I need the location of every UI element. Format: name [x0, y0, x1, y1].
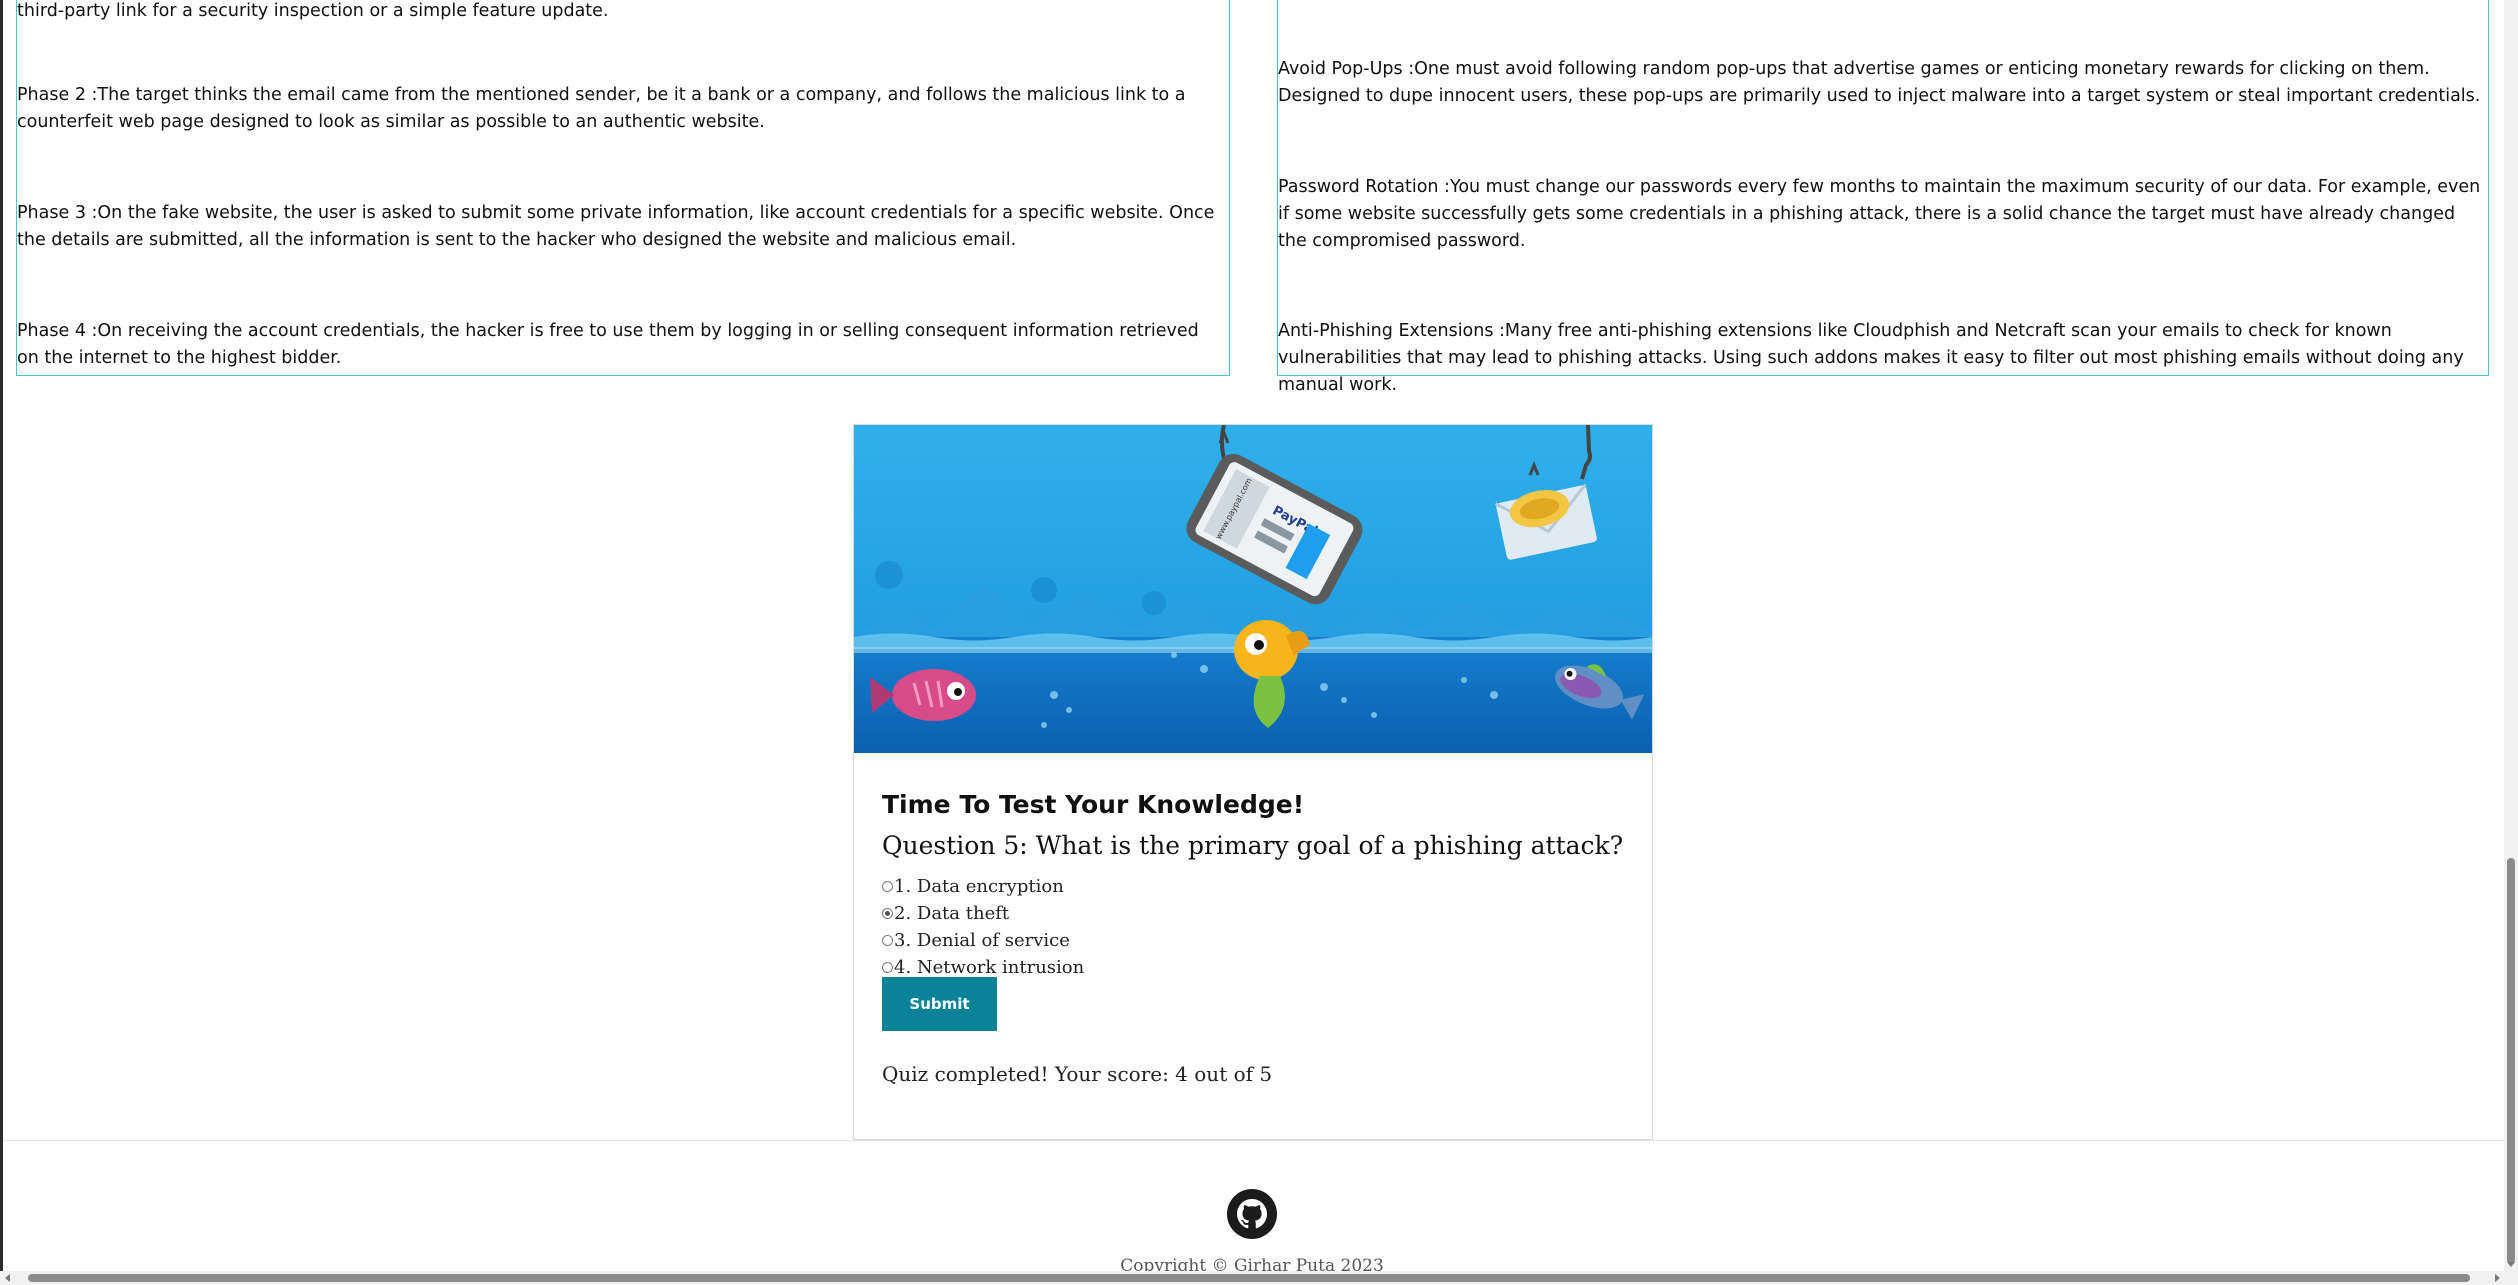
- quiz-result: Quiz completed! Your score: 4 out of 5: [882, 1062, 1273, 1086]
- tip-password-rotation: Password Rotation :You must change our p…: [1278, 177, 2481, 251]
- phishing-phases-column: third-party link for a security inspecti…: [16, 0, 1230, 376]
- option-3-radio[interactable]: [882, 934, 893, 946]
- option-1[interactable]: 1. Data encryption: [882, 873, 1064, 899]
- option-1-radio[interactable]: [882, 880, 893, 892]
- quiz-card: www.paypal.com PayPal Time To Test Your …: [853, 424, 1653, 1140]
- option-1-label: 1. Data encryption: [894, 875, 1064, 897]
- option-2[interactable]: 2. Data theft: [882, 900, 1009, 926]
- quiz-question: Question 5: What is the primary goal of …: [882, 831, 1624, 860]
- horizontal-scroll-thumb[interactable]: [28, 1274, 2470, 1282]
- github-icon[interactable]: [1227, 1189, 1277, 1239]
- option-2-label: 2. Data theft: [894, 902, 1010, 924]
- scroll-down-arrow-icon[interactable]: [2507, 1262, 2515, 1267]
- phase-2-text: Phase 2 :The target thinks the email cam…: [17, 85, 1186, 132]
- tip-anti-phishing-extensions: Anti-Phishing Extensions :Many free anti…: [1278, 321, 2464, 395]
- phase-1-tail: third-party link for a security inspecti…: [17, 1, 609, 21]
- option-3-label: 3. Denial of service: [894, 929, 1070, 951]
- submit-button[interactable]: Submit: [882, 977, 997, 1031]
- footer-divider: [3, 1140, 2514, 1141]
- vertical-scroll-thumb[interactable]: [2507, 858, 2515, 1264]
- scroll-right-arrow-icon[interactable]: [2495, 1274, 2500, 1282]
- prevention-tips-column: Avoid Pop-Ups :One must avoid following …: [1277, 0, 2489, 395]
- github-logo: [1237, 1199, 1267, 1229]
- phishing-illustration: www.paypal.com PayPal: [854, 425, 1652, 753]
- quiz-title: Time To Test Your Knowledge!: [882, 790, 1305, 819]
- phase-4-text: Phase 4 :On receiving the account creden…: [17, 321, 1199, 368]
- option-4-radio[interactable]: [882, 961, 893, 973]
- scroll-left-arrow-icon[interactable]: [5, 1274, 10, 1282]
- option-3[interactable]: 3. Denial of service: [882, 927, 1070, 953]
- option-4-label: 4. Network intrusion: [894, 956, 1085, 978]
- phase-3-text: Phase 3 :On the fake website, the user i…: [17, 203, 1215, 250]
- tip-avoid-popups: Avoid Pop-Ups :One must avoid following …: [1278, 59, 2481, 106]
- option-2-radio[interactable]: [882, 907, 893, 919]
- horizontal-scrollbar[interactable]: [0, 1271, 2518, 1285]
- vertical-scrollbar[interactable]: [2504, 0, 2518, 1285]
